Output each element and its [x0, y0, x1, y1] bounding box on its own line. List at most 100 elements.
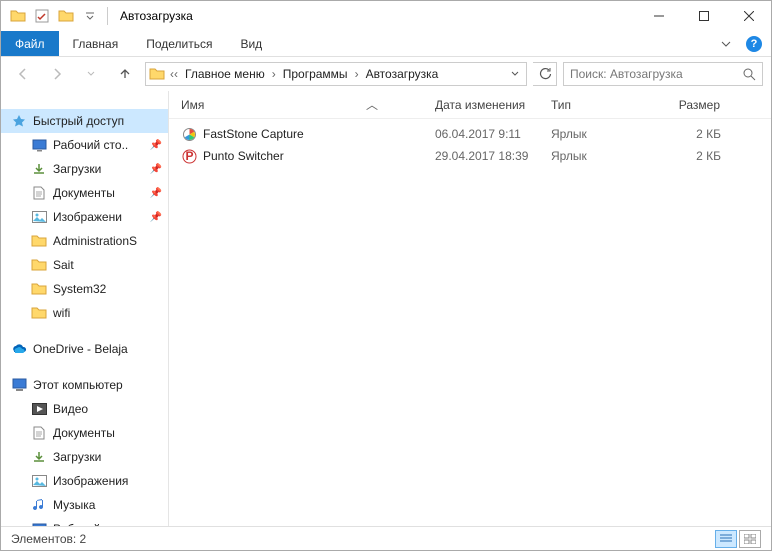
sidebar-onedrive[interactable]: OneDrive - Belaja [1, 337, 168, 361]
tab-file[interactable]: Файл [1, 31, 59, 56]
qat-dropdown[interactable] [79, 5, 101, 27]
downloads-icon [31, 161, 47, 177]
file-name: FastStone Capture [203, 127, 304, 141]
sidebar-item[interactable]: wifi [1, 301, 168, 325]
sidebar-item-label: AdministrationS [53, 234, 137, 248]
sort-indicator-icon: ︿ [366, 96, 378, 113]
sidebar-item[interactable]: Sait [1, 253, 168, 277]
search-input[interactable]: Поиск: Автозагрузка [563, 62, 763, 86]
sidebar: Быстрый доступ Рабочий сто..📌Загрузки📌До… [1, 91, 169, 526]
tab-view[interactable]: Вид [226, 31, 276, 56]
sidebar-item[interactable]: Загрузки 📌 [1, 157, 168, 181]
pin-icon: 📌 [150, 188, 162, 199]
sidebar-item[interactable]: Документы [1, 421, 168, 445]
sidebar-item-label: Изображени [53, 210, 122, 224]
sidebar-item-label: Видео [53, 402, 88, 416]
sidebar-item-label: Быстрый доступ [33, 114, 124, 128]
column-type[interactable]: Тип [543, 91, 661, 118]
file-rows: FastStone Capture 06.04.2017 9:11Ярлык2 К… [169, 119, 771, 526]
address-bar[interactable]: ‹‹ Главное меню › Программы › Автозагруз… [145, 62, 527, 86]
breadcrumb[interactable]: Автозагрузка [361, 63, 444, 85]
chevron-right-icon[interactable]: › [353, 67, 361, 81]
file-size: 2 КБ [661, 127, 729, 141]
tab-share[interactable]: Поделиться [132, 31, 226, 56]
onedrive-icon [11, 341, 27, 357]
back-button[interactable] [9, 61, 37, 87]
sidebar-item-label: Музыка [53, 498, 95, 512]
sidebar-item-label: Загрузки [53, 162, 101, 176]
folder-icon [31, 233, 47, 249]
maximize-button[interactable] [681, 2, 726, 31]
pc-icon [11, 377, 27, 393]
forward-button[interactable] [43, 61, 71, 87]
sidebar-this-pc[interactable]: Этот компьютер [1, 373, 168, 397]
sidebar-item[interactable]: Музыка [1, 493, 168, 517]
sidebar-item-label: Изображения [53, 474, 128, 488]
file-size: 2 КБ [661, 149, 729, 163]
file-icon [181, 126, 197, 142]
svg-text:P: P [185, 149, 193, 163]
sidebar-item[interactable]: Документы📌 [1, 181, 168, 205]
search-icon [743, 68, 756, 81]
sidebar-item[interactable]: Рабочий сто.. 📌 [1, 133, 168, 157]
pin-icon: 📌 [150, 212, 162, 223]
sidebar-item[interactable]: Изображения [1, 469, 168, 493]
videos-icon [31, 401, 47, 417]
file-row[interactable]: FastStone Capture06.04.2017 9:11Ярлык2 К… [169, 123, 771, 145]
sidebar-item[interactable]: Видео [1, 397, 168, 421]
address-row: ‹‹ Главное меню › Программы › Автозагруз… [1, 57, 771, 91]
folder-icon [55, 5, 77, 27]
breadcrumb[interactable]: Главное меню [180, 63, 270, 85]
column-size[interactable]: Размер [661, 91, 729, 118]
sidebar-item[interactable]: Рабочий стол [1, 517, 168, 526]
downloads-icon [31, 449, 47, 465]
sidebar-item[interactable]: AdministrationS [1, 229, 168, 253]
column-name[interactable]: Имя ︿ [169, 91, 427, 118]
up-button[interactable] [111, 61, 139, 87]
music-icon [31, 497, 47, 513]
tab-home[interactable]: Главная [59, 31, 133, 56]
column-date[interactable]: Дата изменения [427, 91, 543, 118]
file-row[interactable]: PPunto Switcher29.04.2017 18:39Ярлык2 КБ [169, 145, 771, 167]
search-placeholder: Поиск: Автозагрузка [570, 67, 683, 81]
help-button[interactable]: ? [743, 33, 765, 55]
window-title: Автозагрузка [120, 9, 636, 23]
folder-icon [31, 305, 47, 321]
recent-dropdown[interactable] [77, 61, 105, 87]
sidebar-quick-access[interactable]: Быстрый доступ [1, 109, 168, 133]
status-bar: Элементов: 2 [1, 526, 771, 550]
titlebar: Автозагрузка [1, 1, 771, 31]
chevron-right-icon[interactable]: ‹‹ [168, 67, 180, 81]
chevron-right-icon[interactable]: › [270, 67, 278, 81]
documents-icon [31, 185, 47, 201]
sidebar-item-label: Sait [53, 258, 74, 272]
file-date: 29.04.2017 18:39 [427, 149, 543, 163]
sidebar-item-label: Рабочий сто.. [53, 138, 128, 152]
sidebar-item-label: Этот компьютер [33, 378, 123, 392]
sidebar-item-label: Документы [53, 426, 115, 440]
pin-icon: 📌 [150, 164, 162, 175]
pin-icon: 📌 [150, 140, 162, 151]
file-date: 06.04.2017 9:11 [427, 127, 543, 141]
sidebar-item[interactable]: Загрузки [1, 445, 168, 469]
view-details-button[interactable] [715, 530, 737, 548]
close-button[interactable] [726, 2, 771, 31]
address-dropdown[interactable] [506, 70, 524, 78]
breadcrumb[interactable]: Программы [278, 63, 353, 85]
file-type: Ярлык [543, 149, 661, 163]
folder-icon [148, 65, 166, 83]
star-icon [11, 113, 27, 129]
sidebar-item-label: wifi [53, 306, 70, 320]
minimize-button[interactable] [636, 2, 681, 31]
sidebar-item-label: Загрузки [53, 450, 101, 464]
desktop-icon [31, 137, 47, 153]
view-large-button[interactable] [739, 530, 761, 548]
sidebar-item[interactable]: System32 [1, 277, 168, 301]
ribbon-expand-button[interactable] [715, 33, 737, 55]
refresh-button[interactable] [533, 62, 557, 86]
folder-icon [7, 5, 29, 27]
documents-icon [31, 425, 47, 441]
properties-button[interactable] [31, 5, 53, 27]
sidebar-item[interactable]: Изображени 📌 [1, 205, 168, 229]
file-list-area: Имя ︿ Дата изменения Тип Размер FastSton… [169, 91, 771, 526]
